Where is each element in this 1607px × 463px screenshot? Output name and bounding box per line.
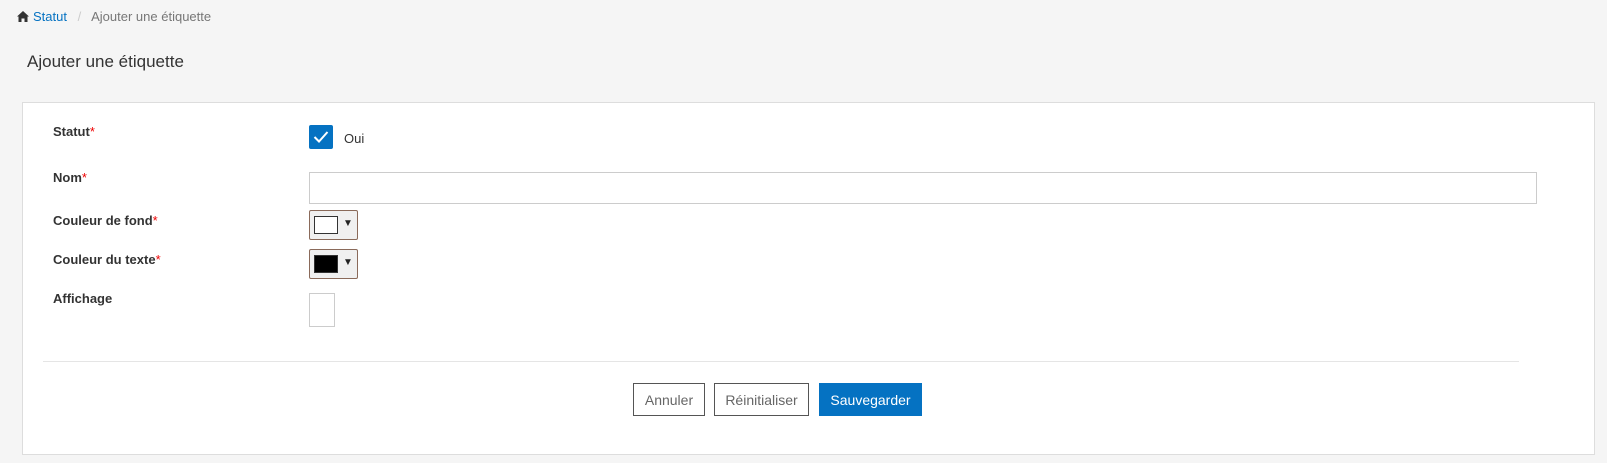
name-input[interactable] xyxy=(309,172,1537,204)
display-preview xyxy=(309,293,335,327)
background-color-label-text: Couleur de fond xyxy=(53,213,153,228)
form-panel: Statut* Oui Nom* Couleur de fond* ▼ Coul… xyxy=(22,102,1595,455)
display-label-text: Affichage xyxy=(53,291,113,306)
divider xyxy=(43,361,1519,362)
required-marker: * xyxy=(89,124,95,139)
status-label-text: Statut xyxy=(53,124,90,139)
status-option-label: Oui xyxy=(344,131,365,146)
text-color-swatch xyxy=(314,255,338,273)
cancel-button[interactable]: Annuler xyxy=(633,383,705,416)
text-color-label-text: Couleur du texte xyxy=(53,252,156,267)
background-color-picker[interactable]: ▼ xyxy=(309,210,358,240)
status-checkbox[interactable] xyxy=(309,125,333,149)
home-icon xyxy=(17,11,29,22)
status-label: Statut* xyxy=(53,124,95,139)
text-color-label: Couleur du texte* xyxy=(53,252,161,267)
page-title: Ajouter une étiquette xyxy=(27,52,184,71)
breadcrumb-home-link[interactable]: Statut xyxy=(17,9,71,24)
caret-down-icon: ▼ xyxy=(343,218,353,229)
required-marker: * xyxy=(155,252,161,267)
breadcrumb-current: Ajouter une étiquette xyxy=(91,9,212,24)
text-color-picker[interactable]: ▼ xyxy=(309,249,358,279)
caret-down-icon: ▼ xyxy=(343,257,353,268)
display-label: Affichage xyxy=(53,291,112,306)
name-label-text: Nom xyxy=(53,170,82,185)
reset-button[interactable]: Réinitialiser xyxy=(714,383,809,416)
breadcrumb-separator: / xyxy=(77,9,82,24)
background-color-label: Couleur de fond* xyxy=(53,213,158,228)
required-marker: * xyxy=(81,170,87,185)
save-button[interactable]: Sauvegarder xyxy=(819,383,922,416)
breadcrumb-home-label: Statut xyxy=(33,9,67,24)
background-color-swatch xyxy=(314,216,338,234)
check-icon xyxy=(313,131,329,143)
required-marker: * xyxy=(152,213,158,228)
breadcrumb: Statut / Ajouter une étiquette xyxy=(0,0,1590,33)
name-label: Nom* xyxy=(53,170,87,185)
